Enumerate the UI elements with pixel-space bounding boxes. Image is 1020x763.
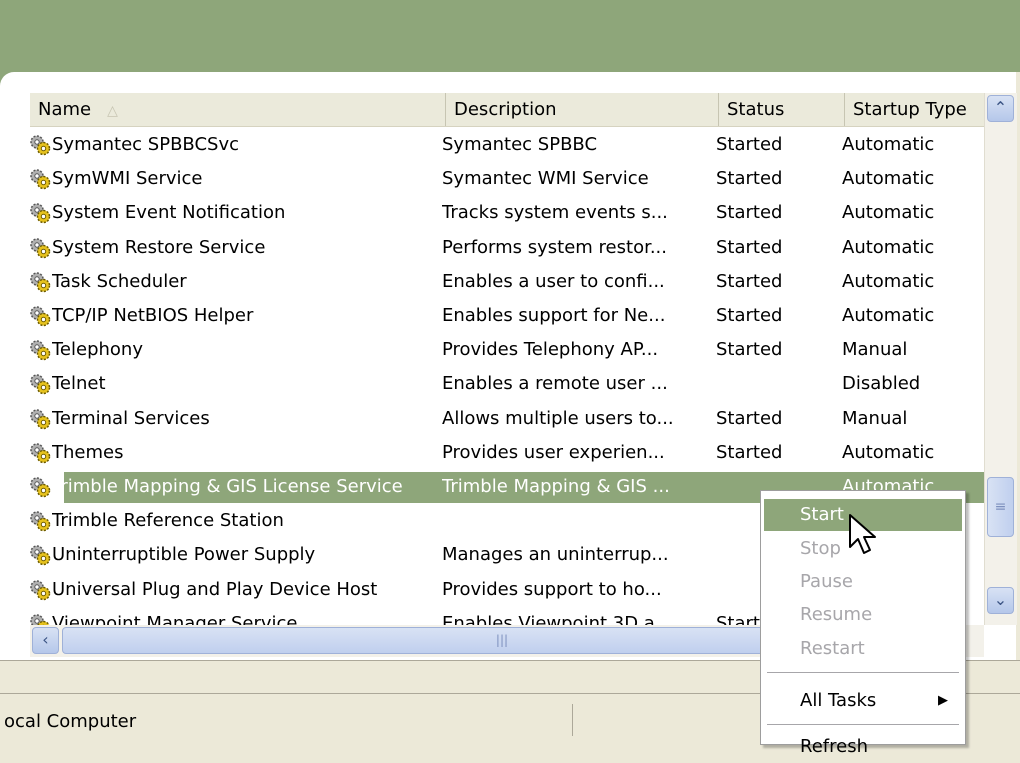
menu-item-refresh-label: Refresh — [800, 736, 868, 757]
menu-item-restart-label: Restart — [800, 638, 865, 659]
service-status-cell: Started — [716, 407, 783, 429]
menu-separator — [767, 672, 959, 673]
status-text: ocal Computer — [4, 711, 137, 732]
gear-icon — [28, 543, 52, 567]
menu-item-stop-label: Stop — [800, 538, 841, 559]
mouse-pointer-icon — [849, 514, 876, 554]
service-row[interactable]: Task Scheduler Enables a user to confi...… — [30, 265, 984, 299]
gear-icon — [28, 509, 52, 533]
service-name-cell: Telnet — [52, 373, 106, 395]
service-startup-cell: Automatic — [842, 236, 935, 258]
vertical-scroll-thumb[interactable]: ≡ — [987, 477, 1014, 537]
service-name-cell: Symantec SPBBCSvc — [52, 134, 240, 155]
menu-item-resume-label: Resume — [800, 604, 873, 625]
service-startup-cell: Disabled — [842, 373, 921, 395]
service-row[interactable]: SymWMI Service Symantec WMI Service Starte… — [30, 162, 984, 196]
service-row[interactable]: System Restore Service Performs system re… — [30, 231, 984, 265]
service-startup-cell: Automatic — [842, 441, 935, 463]
vertical-scrollbar[interactable]: ⌃ ≡ ⌄ — [984, 93, 1017, 625]
service-description-cell: Performs system restor... — [442, 236, 667, 258]
scroll-down-icon[interactable]: ⌄ — [987, 587, 1014, 614]
service-name-cell: System Restore Service — [52, 236, 266, 258]
service-row[interactable]: Telnet Enables a remote user ... Disabled — [30, 367, 984, 401]
service-name-cell: TCP/IP NetBIOS Helper — [52, 305, 254, 326]
service-status-cell: Started — [716, 236, 783, 258]
service-status-cell: Started — [716, 270, 783, 292]
service-name-cell: Terminal Services — [52, 407, 210, 429]
service-name-cell: SymWMI Service — [52, 168, 203, 190]
service-startup-cell: Manual — [842, 407, 908, 429]
menu-item-pause-label: Pause — [800, 571, 853, 592]
submenu-arrow-icon: ▶ — [938, 693, 948, 708]
service-description-cell: Manages an uninterrup... — [442, 544, 669, 566]
scroll-left-icon[interactable]: ‹ — [32, 627, 59, 654]
menu-item-restart[interactable]: Restart — [764, 633, 962, 665]
service-status-cell — [716, 367, 836, 401]
menu-separator — [767, 724, 959, 725]
service-name-cell: Trimble Mapping & GIS License Service — [52, 476, 403, 497]
service-description-cell: Enables support for Ne... — [442, 305, 666, 326]
gear-icon — [28, 441, 52, 465]
gear-icon — [28, 304, 52, 328]
service-name-cell: System Event Notification — [52, 202, 286, 224]
gear-icon — [28, 407, 52, 431]
service-description-cell: Symantec SPBBC — [442, 134, 598, 155]
service-name-cell: Universal Plug and Play Device Host — [52, 578, 378, 600]
service-description-cell: Enables a remote user ... — [442, 373, 668, 395]
service-row[interactable]: Symantec SPBBCSvc Symantec SPBBC Started Au… — [30, 128, 984, 162]
gear-icon — [28, 612, 52, 625]
service-name-cell: Themes — [52, 441, 124, 463]
service-description-cell: Trimble Mapping & GIS ... — [442, 476, 670, 497]
service-name-cell: Uninterruptible Power Supply — [52, 544, 316, 566]
gear-icon — [28, 133, 52, 157]
service-description-cell: Provides support to ho... — [442, 578, 662, 600]
service-name-cell: Viewpoint Manager Service — [52, 612, 298, 625]
gear-icon — [28, 167, 52, 191]
menu-item-all-tasks-label: All Tasks — [800, 690, 877, 711]
gear-icon — [28, 475, 52, 499]
gear-icon — [28, 270, 52, 294]
service-startup-cell: Automatic — [842, 305, 935, 326]
service-startup-cell: Manual — [842, 339, 908, 361]
service-description-cell: Provides user experien... — [442, 441, 665, 463]
service-status-cell: Started — [716, 202, 783, 224]
gear-icon — [28, 578, 52, 602]
service-status-cell: Started — [716, 305, 783, 326]
service-startup-cell: Automatic — [842, 202, 935, 224]
service-status-cell: Started — [716, 168, 783, 190]
service-startup-cell: Automatic — [842, 134, 935, 155]
service-startup-cell: Automatic — [842, 270, 935, 292]
service-description-cell: Symantec WMI Service — [442, 168, 649, 190]
gear-icon — [28, 338, 52, 362]
service-name-cell: Telephony — [52, 339, 143, 361]
service-description-cell: Allows multiple users to... — [442, 407, 674, 429]
service-row[interactable]: Themes Provides user experien... Started Au… — [30, 436, 984, 470]
menu-item-resume[interactable]: Resume — [764, 599, 962, 631]
service-row[interactable]: System Event Notification Tracks system e… — [30, 196, 984, 230]
gear-icon — [28, 372, 52, 396]
service-status-cell: Started — [716, 134, 783, 155]
service-status-cell: Started — [716, 441, 783, 463]
status-divider — [572, 704, 573, 736]
scroll-up-icon[interactable]: ⌃ — [987, 95, 1014, 122]
gear-icon — [28, 236, 52, 260]
service-description-cell: Provides Telephony AP... — [442, 339, 659, 361]
service-status-cell: Started — [716, 339, 783, 361]
service-startup-cell: Automatic — [842, 168, 935, 190]
menu-item-refresh[interactable]: Refresh — [764, 731, 962, 763]
service-row[interactable]: Terminal Services Allows multiple users t… — [30, 402, 984, 436]
menu-item-all-tasks[interactable]: All Tasks ▶ — [764, 685, 962, 717]
service-row[interactable]: TCP/IP NetBIOS Helper Enables support for… — [30, 299, 984, 333]
service-name-cell: Task Scheduler — [52, 270, 187, 292]
service-row[interactable]: Telephony Provides Telephony AP... Started… — [30, 333, 984, 367]
service-name-cell: Trimble Reference Station — [52, 510, 284, 532]
service-description-cell — [442, 504, 704, 538]
service-description-cell: Tracks system events s... — [442, 202, 668, 224]
service-description-cell: Enables Viewpoint 3D a... — [442, 612, 672, 625]
menu-item-start-label: Start — [800, 504, 844, 525]
gear-icon — [28, 201, 52, 225]
service-description-cell: Enables a user to confi... — [442, 270, 665, 292]
menu-item-pause[interactable]: Pause — [764, 566, 962, 598]
